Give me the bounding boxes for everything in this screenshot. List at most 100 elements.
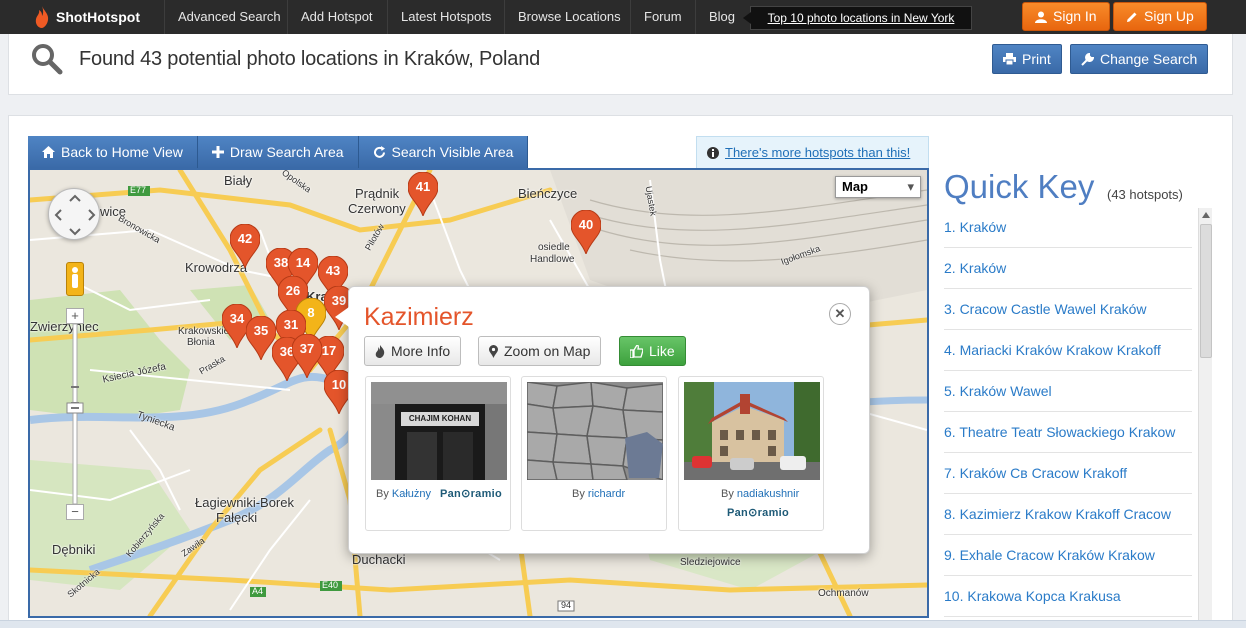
map-label: osiedle [538, 242, 570, 253]
hotspot-marker[interactable]: 40 [570, 209, 602, 256]
map-toolbar: Back to Home View Draw Search Area Searc… [28, 136, 529, 168]
promo-link[interactable]: Top 10 photo locations in New York [743, 6, 972, 30]
photo-author-link[interactable]: richardr [588, 488, 625, 500]
quick-key-item[interactable]: 10. Krakowa Kopca Krakusa [944, 576, 1192, 617]
print-button[interactable]: Print [992, 44, 1062, 74]
back-home-label: Back to Home View [61, 144, 183, 160]
map-label: 94 [561, 600, 572, 610]
map-label: Ochmanów [818, 588, 869, 599]
map-label: Duchacki [352, 552, 406, 567]
quick-key-item[interactable]: 3. Cracow Castle Wawel Kraków [944, 289, 1192, 330]
map-label: Biały [224, 173, 253, 188]
marker-label: 42 [237, 231, 253, 246]
more-hotspots-link[interactable]: There's more hotspots than this! [725, 138, 910, 168]
nav-latest-hotspots[interactable]: Latest Hotspots [387, 0, 504, 34]
quick-key-item[interactable]: 8. Kazimierz Krakow Krakoff Cracow [944, 494, 1192, 535]
quick-key-item[interactable]: 2. Kraków [944, 248, 1192, 289]
zoom-slider-track[interactable] [66, 324, 84, 504]
quick-key-item[interactable]: 9. Exhale Cracow Kraków Krakow [944, 535, 1192, 576]
more-info-button[interactable]: More Info [364, 336, 462, 366]
search-visible-label: Search Visible Area [391, 144, 514, 160]
quick-key-title: Quick Key [944, 168, 1095, 205]
map-label: Czerwony [348, 201, 406, 216]
change-search-button[interactable]: Change Search [1070, 44, 1209, 74]
pan-control[interactable] [48, 188, 100, 240]
logo-text: ShotHotspot [56, 9, 140, 25]
zoom-out-button[interactable]: − [66, 504, 84, 520]
zoom-in-button[interactable]: + [66, 308, 84, 324]
draw-search-label: Draw Search Area [229, 144, 344, 160]
quick-key-item[interactable]: 6. Theatre Teatr Słowackiego Krakow [944, 412, 1192, 453]
close-button[interactable]: ✕ [829, 303, 851, 325]
map-label: Fałęcki [216, 510, 258, 525]
panoramio-logo: Pan⊙ramio [727, 507, 790, 519]
hotspot-popup: Kazimierz ✕ More Info Zoom on Map Like C… [335, 286, 870, 554]
printer-icon [1003, 53, 1016, 65]
quick-key-item[interactable]: 1. Kraków [944, 207, 1192, 248]
flame-icon [35, 6, 49, 28]
print-label: Print [1022, 51, 1051, 67]
hotspot-marker[interactable]: 37 [291, 333, 323, 380]
zoom-control: + − [66, 308, 84, 523]
photo-image [527, 382, 663, 480]
page-title: Found 43 potential photo locations in Kr… [79, 48, 541, 70]
map-marker-icon [489, 344, 498, 358]
map-label: Dębniki [52, 542, 96, 557]
nav-add-hotspot[interactable]: Add Hotspot [287, 0, 386, 34]
hotspot-marker[interactable]: 42 [229, 223, 261, 270]
map-label: E77 [130, 185, 147, 195]
photo-author-link[interactable]: nadiakushnir [737, 488, 799, 500]
photo-thumbnail[interactable] [684, 382, 820, 480]
change-search-label: Change Search [1100, 51, 1198, 67]
map-label: Błonia [187, 337, 215, 348]
map-label: A4 [252, 586, 264, 596]
sign-in-button[interactable]: Sign In [1022, 2, 1110, 31]
photo-card[interactable]: By richardr [521, 376, 667, 531]
map-label: Sledziejowice [680, 557, 741, 568]
marker-label: 40 [578, 217, 594, 232]
search-visible-area-button[interactable]: Search Visible Area [358, 136, 529, 168]
draw-search-area-button[interactable]: Draw Search Area [197, 136, 359, 168]
zoom-on-map-button[interactable]: Zoom on Map [478, 336, 602, 366]
quick-key-item[interactable]: 7. Kraków Св Cracow Krakoff [944, 453, 1192, 494]
sign-up-button[interactable]: Sign Up [1113, 2, 1207, 31]
like-label: Like [649, 343, 675, 359]
photo-credit: By richardr [572, 488, 625, 500]
home-icon [42, 146, 55, 158]
marker-label: 14 [295, 255, 311, 270]
quick-key-item[interactable]: 5. Kraków Wawel [944, 371, 1192, 412]
marker-label: 37 [299, 341, 315, 356]
quick-key-item[interactable]: 4. Mariacki Kraków Krakow Krakoff [944, 330, 1192, 371]
back-home-view-button[interactable]: Back to Home View [28, 136, 198, 168]
photo-sign-text: CHAJIM KOHAN [408, 414, 472, 423]
nav-advanced-search[interactable]: Advanced Search [164, 0, 294, 34]
pegman-icon [72, 267, 78, 288]
photo-credit: By Kałużny [376, 488, 431, 500]
scrollbar-thumb[interactable] [1200, 224, 1212, 358]
photo-card[interactable]: By nadiakushnir Pan⊙ramio [678, 376, 824, 531]
hotspot-marker[interactable]: 41 [407, 171, 439, 218]
photo-thumbnail[interactable] [527, 382, 663, 480]
magnifier-icon [32, 44, 63, 75]
logo[interactable]: ShotHotspot [34, 0, 140, 34]
map-label: E40 [322, 580, 339, 590]
scroll-up-icon[interactable] [1202, 212, 1210, 218]
photo-author-link[interactable]: Kałużny [392, 488, 431, 500]
panoramio-logo: Pan⊙ramio [440, 488, 503, 500]
nav-blog[interactable]: Blog [695, 0, 748, 34]
photo-thumbnail[interactable]: CHAJIM KOHAN [371, 382, 507, 480]
map-label: Bieńczyce [518, 186, 578, 201]
nav-browse-locations[interactable]: Browse Locations [504, 0, 634, 34]
street-view-pegman[interactable] [66, 262, 84, 296]
map-type-select[interactable]: Map [835, 176, 921, 198]
fire-icon [375, 344, 385, 358]
search-results-header: Found 43 potential photo locations in Kr… [8, 34, 1233, 95]
thumbs-up-icon [630, 344, 643, 358]
page-bottom-edge [0, 620, 1246, 628]
photo-card[interactable]: CHAJIM KOHAN By Kałużny Pan⊙ramio [365, 376, 511, 531]
marker-label: 26 [285, 283, 301, 298]
nav-forum[interactable]: Forum [630, 0, 695, 34]
like-button[interactable]: Like [619, 336, 686, 366]
sign-up-label: Sign Up [1144, 8, 1194, 24]
quick-key-scrollbar[interactable] [1198, 208, 1212, 628]
